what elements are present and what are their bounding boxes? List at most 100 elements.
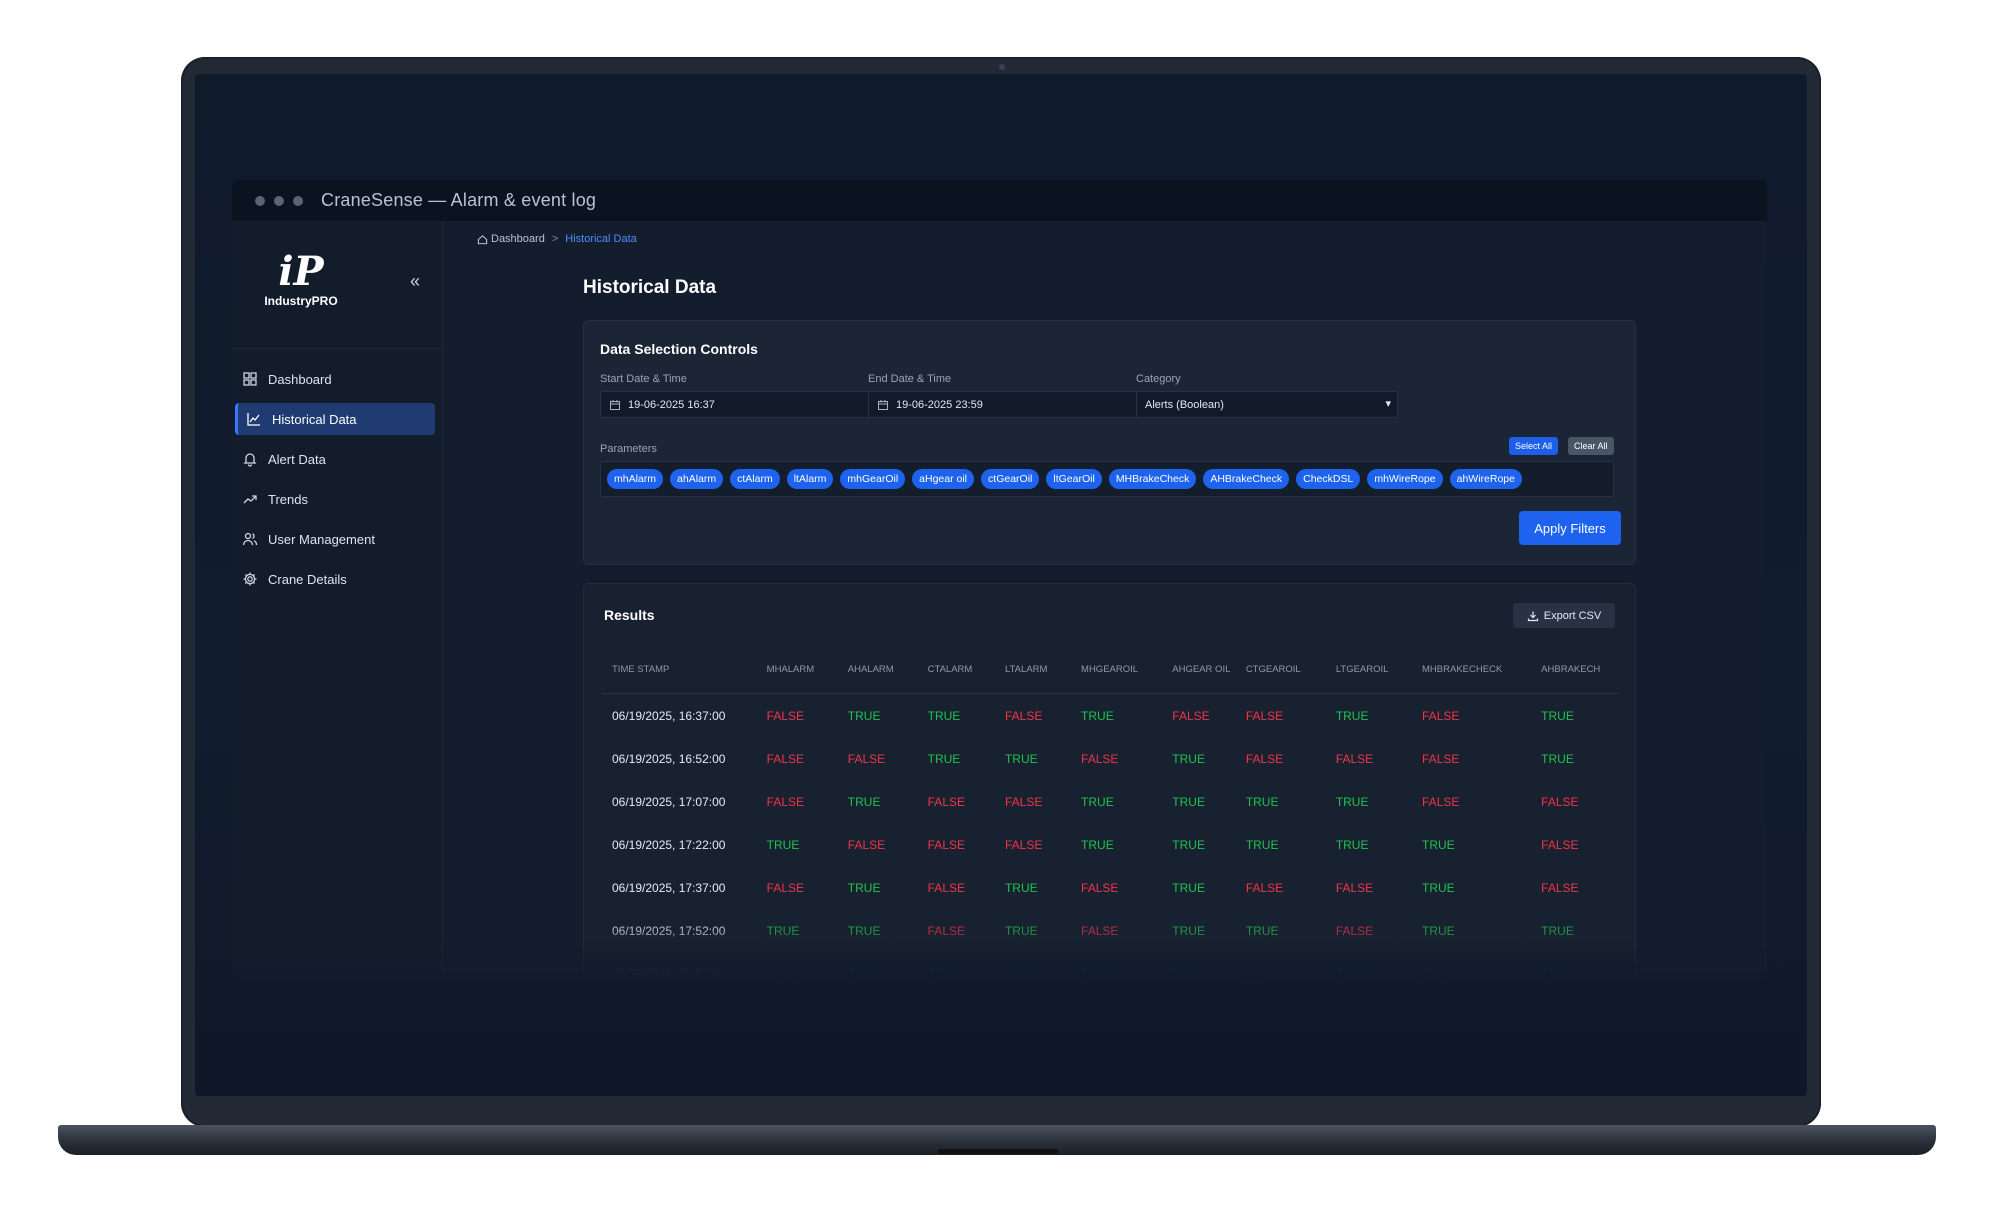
boolean-cell: FALSE [766, 708, 805, 723]
clear-all-button[interactable]: Clear All [1568, 437, 1614, 455]
table-row: 06/19/2025, 16:37:00 FALSE TRUE TRUE FALSE TR… [602, 694, 1620, 738]
boolean-cell: FALSE [1422, 751, 1460, 766]
boolean-cell: TRUE [1335, 794, 1369, 809]
window-dot-icon[interactable] [274, 195, 284, 206]
parameter-tag[interactable]: CheckDSL [1296, 469, 1361, 489]
parameter-tag[interactable]: AHBrakeCheck [1203, 469, 1290, 489]
parameter-tag[interactable]: MHBrakeCheck [1108, 469, 1197, 489]
bottom-fade [232, 940, 1767, 980]
collapse-sidebar-button[interactable]: « [410, 271, 420, 292]
parameter-tag[interactable]: ltAlarm [786, 469, 834, 489]
window-dot-icon[interactable] [293, 195, 303, 206]
users-icon [242, 531, 258, 547]
sidebar-item-dashboard[interactable]: Dashboard [235, 363, 435, 395]
boolean-cell: TRUE [1081, 794, 1114, 809]
breadcrumb-home-link[interactable]: Dashboard [491, 233, 545, 245]
data-selection-panel: Data Selection Controls Start Date & Tim… [583, 320, 1636, 565]
parameter-tag[interactable]: mhGearOil [840, 469, 906, 489]
boolean-cell: FALSE [927, 880, 965, 895]
breadcrumb-current: Historical Data [565, 233, 637, 245]
boolean-cell: FALSE [1245, 708, 1284, 723]
column-header[interactable]: AHALARM [837, 647, 918, 694]
boolean-cell: TRUE [1422, 837, 1455, 852]
sidebar-item-label: Trends [268, 491, 308, 507]
end-date-value: 19-06-2025 23:59 [896, 398, 983, 411]
boolean-cell: FALSE [927, 837, 965, 852]
download-icon [1527, 611, 1538, 621]
sidebar-item-crane-details[interactable]: Crane Details [235, 563, 435, 595]
column-header[interactable]: LTGEAROIL [1325, 647, 1413, 694]
sidebar-item-historical-data[interactable]: Historical Data [235, 403, 435, 435]
start-date-label: Start Date & Time [600, 373, 687, 385]
sidebar-nav: Dashboard Historical Data Alert Data Tre… [235, 363, 435, 603]
boolean-cell: FALSE [1004, 837, 1043, 852]
column-header[interactable]: MHBRAKECHECK [1412, 647, 1532, 694]
boolean-cell: TRUE [1245, 837, 1279, 852]
column-header[interactable]: TIME STAMP [602, 647, 757, 694]
boolean-cell: FALSE [1541, 837, 1579, 852]
results-panel: Results Export CSV TIME STAMP MHALARM AHAL… [583, 583, 1636, 980]
column-header[interactable]: CTGEAROIL [1235, 647, 1326, 694]
boolean-cell: TRUE [1172, 837, 1205, 852]
sidebar-item-trends[interactable]: Trends [235, 483, 435, 515]
breadcrumb-separator: > [551, 233, 559, 245]
boolean-cell: TRUE [847, 708, 881, 723]
boolean-cell: TRUE [1172, 794, 1205, 809]
select-all-button[interactable]: Select All [1509, 437, 1559, 455]
panel-title: Data Selection Controls [600, 341, 758, 357]
sidebar-item-alert-data[interactable]: Alert Data [235, 443, 435, 475]
column-header[interactable]: CTALARM [917, 647, 995, 694]
parameter-tag[interactable]: ctAlarm [730, 469, 780, 489]
breadcrumb: Dashboard > Historical Data [477, 233, 637, 245]
boolean-cell: FALSE [847, 751, 886, 766]
page-title: Historical Data [583, 277, 717, 298]
boolean-cell: FALSE [1081, 880, 1119, 895]
column-header[interactable]: LTALARM [994, 647, 1072, 694]
boolean-cell: TRUE [1081, 708, 1114, 723]
table-row: 06/19/2025, 17:37:00 FALSE TRUE FALSE TRUE FA… [602, 866, 1620, 909]
sidebar-item-user-management[interactable]: User Management [235, 523, 435, 555]
column-header[interactable]: AHBRAKECH [1531, 647, 1620, 694]
boolean-cell: FALSE [1004, 708, 1043, 723]
parameter-tag[interactable]: mhAlarm [607, 469, 664, 489]
boolean-cell: TRUE [847, 880, 881, 895]
gear-icon [242, 571, 258, 587]
parameter-tag[interactable]: ctGearOil [981, 469, 1040, 489]
parameter-tag[interactable]: mhWireRope [1367, 469, 1443, 489]
sidebar-item-label: Alert Data [268, 451, 326, 467]
boolean-cell: TRUE [1172, 880, 1205, 895]
category-select[interactable]: Alerts (Boolean) ▾ [1136, 391, 1398, 418]
boolean-cell: TRUE [1245, 794, 1279, 809]
timestamp-cell: 06/19/2025, 17:07:00 [612, 794, 726, 809]
app-window: CraneSense — Alarm & event log iP Indust… [232, 180, 1767, 980]
boolean-cell: TRUE [1004, 751, 1038, 766]
boolean-cell: TRUE [1335, 708, 1369, 723]
trend-up-icon [242, 491, 258, 507]
parameter-tag[interactable]: ahWireRope [1449, 469, 1522, 489]
table-row: 06/19/2025, 17:07:00 FALSE TRUE FALSE FALSE T… [602, 780, 1620, 823]
boolean-cell: FALSE [766, 880, 805, 895]
boolean-cell: FALSE [1335, 880, 1374, 895]
boolean-cell: FALSE [1335, 751, 1374, 766]
parameter-tag[interactable]: ltGearOil [1046, 469, 1102, 489]
timestamp-cell: 06/19/2025, 17:22:00 [612, 837, 726, 852]
boolean-cell: TRUE [1422, 880, 1455, 895]
export-csv-button[interactable]: Export CSV [1513, 603, 1615, 628]
boolean-cell: FALSE [1245, 880, 1284, 895]
column-header[interactable]: MHALARM [756, 647, 838, 694]
parameter-tags: mhAlarm ahAlarm ctAlarm ltAlarm mhGearOi… [600, 461, 1614, 497]
column-header[interactable]: AHGEAR OIL [1162, 647, 1236, 694]
apply-filters-button[interactable]: Apply Filters [1519, 511, 1621, 545]
boolean-cell: TRUE [766, 837, 800, 852]
bell-icon [242, 451, 258, 467]
boolean-cell: TRUE [927, 708, 961, 723]
boolean-cell: TRUE [1081, 837, 1114, 852]
parameter-tag[interactable]: ahAlarm [670, 469, 724, 489]
sidebar-item-label: Dashboard [268, 371, 332, 387]
calendar-icon [878, 399, 888, 410]
home-icon[interactable] [477, 234, 488, 245]
column-header[interactable]: MHGEAROIL [1071, 647, 1163, 694]
window-dot-icon[interactable] [255, 195, 265, 206]
parameter-tag[interactable]: aHgear oil [912, 469, 975, 489]
parameters-label: Parameters [600, 443, 657, 455]
